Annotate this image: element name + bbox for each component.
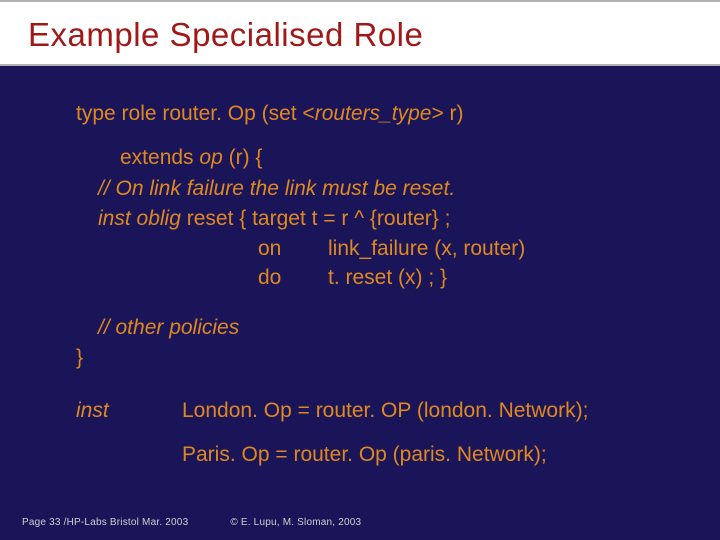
do-row: do t. reset (x) ; } xyxy=(98,264,700,292)
decl-prefix: type role router. Op (set < xyxy=(76,102,315,125)
on-row: on link_failure (x, router) xyxy=(98,235,700,263)
paris-instance: Paris. Op = router. Op (paris. Network); xyxy=(182,441,700,469)
routers-type: routers_type xyxy=(315,102,432,125)
inst-oblig: inst oblig xyxy=(98,207,187,230)
title-bar: Example Specialised Role xyxy=(0,0,720,66)
inst-oblig-line: inst oblig reset { target t = r ^ {route… xyxy=(98,205,700,233)
reset-open: reset { xyxy=(187,207,252,230)
slide-body: type role router. Op (set <routers_type>… xyxy=(0,66,720,469)
role-declaration: type role router. Op (set <routers_type>… xyxy=(76,100,700,128)
instances-block: inst London. Op = router. OP (london. Ne… xyxy=(76,397,700,470)
do-expr: t. reset (x) ; } xyxy=(328,264,700,292)
on-expr: link_failure (x, router) xyxy=(328,235,700,263)
extends-kw: extends xyxy=(120,146,199,169)
target-expr: t = r ^ {router} ; xyxy=(306,207,451,230)
extends-rest: (r) { xyxy=(229,146,263,169)
comment-other-policies: // other policies xyxy=(98,314,700,342)
london-instance: London. Op = router. OP (london. Network… xyxy=(182,397,700,425)
close-brace: } xyxy=(76,344,700,372)
footer-copyright: © E. Lupu, M. Sloman, 2003 xyxy=(230,517,361,528)
target-kw: target xyxy=(252,207,306,230)
slide-footer: Page 33 /HP-Labs Bristol Mar. 2003 © E. … xyxy=(22,517,361,528)
on-kw: on xyxy=(98,235,328,263)
decl-suffix: > r) xyxy=(431,102,463,125)
comment-link-failure: // On link failure the link must be rese… xyxy=(98,175,700,203)
footer-page: Page 33 /HP-Labs Bristol Mar. 2003 xyxy=(22,517,188,528)
do-kw: do xyxy=(98,264,328,292)
extends-line: extends op (r) { xyxy=(120,144,700,172)
slide-title: Example Specialised Role xyxy=(28,16,720,54)
inst-label: inst xyxy=(76,397,166,425)
extends-op: op xyxy=(199,146,228,169)
